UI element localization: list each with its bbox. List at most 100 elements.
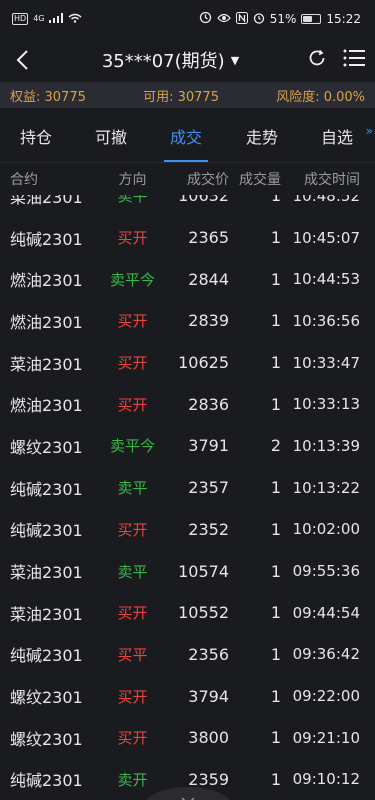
header-contract: 合约 [10,172,38,188]
time-cell: 09:44:54 [292,603,360,622]
time-cell: 10:48:52 [292,195,360,205]
time-cell: 10:33:13 [292,395,360,414]
contract-cell: 菜油2301 [10,195,83,207]
direction-cell: 买开 [117,687,148,706]
price-cell: 2844 [188,269,229,289]
qty-cell: 1 [270,228,281,248]
tab-trend[interactable]: 走势 [246,124,278,148]
direction-cell: 买开 [117,520,148,539]
wifi-icon [68,12,82,26]
contract-cell: 螺纹2301 [10,437,83,457]
alarm-icon [253,12,265,27]
table-row[interactable]: 纯碱2301 卖平 2357 1 10:13:22 [0,467,375,509]
direction-cell: 卖平 [117,562,148,581]
table-row[interactable]: 燃油2301 卖平今 2844 1 10:44:53 [0,258,375,300]
contract-cell: 纯碱2301 [10,479,83,499]
trades-rows: 菜油2301 卖平 10632 1 10:48:52 纯碱2301 买开 2365 1 10:45… [0,195,375,800]
contract-cell: 菜油2301 [10,604,83,624]
nfc-icon [235,11,248,27]
title-bar: 35***07(期货) ▼ [0,38,375,82]
qty-cell: 1 [270,728,281,748]
status-bar: HD 4G 51% 15:22 [0,0,375,38]
direction-cell: 买开 [117,354,148,373]
contract-cell: 燃油2301 [10,271,83,291]
table-row[interactable]: 菜油2301 卖平 10574 1 09:55:36 [0,550,375,592]
tab-bar: 持仓 可撤 成交 走势 自选 » [0,108,375,163]
qty-cell: 1 [270,311,281,331]
table-row[interactable]: 燃油2301 买开 2839 1 10:36:56 [0,300,375,342]
tab-positions[interactable]: 持仓 [20,124,52,148]
price-cell: 2359 [188,769,229,789]
tab-trades[interactable]: 成交 [170,124,202,148]
menu-icon[interactable] [343,49,365,71]
contract-cell: 螺纹2301 [10,729,83,749]
price-cell: 2836 [188,394,229,414]
price-cell: 2365 [188,228,229,248]
status-left: HD 4G [12,12,82,26]
price-cell: 3791 [188,436,229,456]
price-cell: 3794 [188,686,229,706]
qty-cell: 1 [270,269,281,289]
table-row[interactable]: 菜油2301 卖平 10632 1 10:48:52 [0,195,375,217]
battery-percent: 51% [269,12,297,26]
time-cell: 09:36:42 [292,645,360,664]
account-summary: 权益: 30775 可用: 30775 风险度: 0.00% [0,82,375,108]
price-cell: 2839 [188,311,229,331]
time-cell: 09:22:00 [292,687,360,706]
time-cell: 09:55:36 [292,562,360,581]
qty-cell: 1 [270,644,281,664]
contract-cell: 纯碱2301 [10,229,83,249]
qty-cell: 1 [270,353,281,373]
direction-cell: 买开 [117,729,148,748]
caret-down-icon: ▼ [230,53,240,67]
network-type: 4G [33,14,45,23]
refresh-icon[interactable] [307,48,327,72]
table-row[interactable]: 螺纹2301 买开 3800 1 09:21:10 [0,717,375,759]
time-cell: 10:13:22 [292,478,360,497]
qty-cell: 1 [270,195,281,206]
account-selector[interactable]: 35***07(期货) ▼ [102,47,239,73]
time-cell: 10:33:47 [292,353,360,372]
qty-cell: 1 [270,769,281,789]
trades-list[interactable]: 菜油2301 卖平 10632 1 10:48:52 纯碱2301 买开 2365 1 10:45… [0,195,375,800]
table-row[interactable]: 螺纹2301 买开 3794 1 09:22:00 [0,675,375,717]
qty-cell: 1 [270,478,281,498]
table-row[interactable]: 菜油2301 买开 10625 1 10:33:47 [0,342,375,384]
tab-watchlist[interactable]: 自选 [321,124,353,148]
available-value: 可用: 30775 [143,89,219,105]
header-time: 成交时间 [304,172,360,188]
contract-cell: 菜油2301 [10,563,83,583]
time-cell: 10:45:07 [292,228,360,247]
table-row[interactable]: 纯碱2301 买平 2356 1 09:36:42 [0,634,375,676]
contract-cell: 燃油2301 [10,312,83,332]
direction-cell: 买开 [117,604,148,623]
price-cell: 3800 [188,728,229,748]
qty-cell: 1 [270,561,281,581]
chevron-left-icon[interactable] [10,48,34,72]
time-cell: 09:10:12 [292,770,360,789]
qty-cell: 1 [270,686,281,706]
price-cell: 2356 [188,644,229,664]
direction-cell: 卖开 [117,770,148,789]
page-title: 35***07(期货) [101,51,225,72]
table-row[interactable]: 螺纹2301 卖平今 3791 2 10:13:39 [0,425,375,467]
table-row[interactable]: 纯碱2301 买开 2352 1 10:02:00 [0,509,375,551]
contract-cell: 纯碱2301 [10,771,83,791]
title-actions [307,48,365,72]
signal-icon [49,12,64,26]
hd-badge: HD [12,13,29,25]
table-row[interactable]: 菜油2301 买开 10552 1 09:44:54 [0,592,375,634]
qty-cell: 1 [270,519,281,539]
time-cell: 10:02:00 [292,520,360,539]
table-row[interactable]: 纯碱2301 买开 2365 1 10:45:07 [0,217,375,259]
tab-cancelable[interactable]: 可撤 [95,124,127,148]
tabs-more-icon[interactable]: » [366,124,373,138]
direction-cell: 买开 [117,395,148,414]
contract-cell: 菜油2301 [10,354,83,374]
qty-cell: 1 [270,394,281,414]
direction-cell: 买开 [117,312,148,331]
alarm-clock-icon [199,11,212,27]
direction-cell: 卖平 [117,195,148,206]
time-cell: 10:36:56 [292,311,360,330]
table-row[interactable]: 燃油2301 买开 2836 1 10:33:13 [0,383,375,425]
